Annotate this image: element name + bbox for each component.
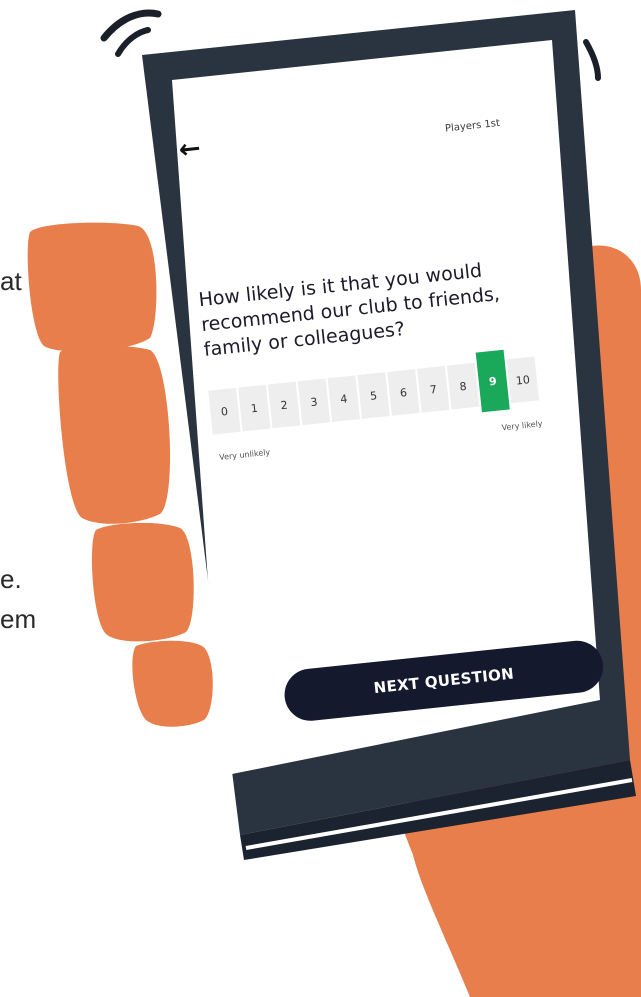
- rating-scale: 0 1 2 3 4 5 6 7 8 9 10: [208, 349, 540, 441]
- motion-mark: [115, 27, 151, 57]
- finger-1: [27, 222, 157, 352]
- motion-mark: [583, 39, 601, 81]
- brand-label: Players 1st: [444, 117, 501, 135]
- rating-option[interactable]: 4: [327, 375, 361, 423]
- rating-option[interactable]: 8: [446, 362, 480, 410]
- arrow-left-icon[interactable]: ←: [177, 133, 202, 165]
- rating-option[interactable]: 6: [387, 369, 420, 416]
- motion-mark: [100, 9, 162, 42]
- rating-option[interactable]: 7: [417, 365, 450, 413]
- rating-option[interactable]: 3: [297, 378, 331, 426]
- scale-high-label: Very likely: [501, 419, 543, 433]
- scale-low-label: Very unlikely: [218, 447, 271, 462]
- rating-option[interactable]: 2: [267, 381, 301, 429]
- rating-option-selected[interactable]: 9: [475, 349, 510, 413]
- finger-3: [91, 522, 194, 642]
- rating-option[interactable]: 10: [506, 356, 540, 404]
- rating-option[interactable]: 1: [238, 384, 271, 432]
- rating-option[interactable]: 0: [208, 387, 241, 435]
- survey-screen: Players 1st ← How likely is it that you …: [160, 100, 606, 736]
- finger-4: [132, 640, 213, 727]
- survey-question: How likely is it that you would recommen…: [197, 259, 501, 361]
- rating-option[interactable]: 5: [357, 372, 390, 419]
- finger-2: [58, 345, 171, 524]
